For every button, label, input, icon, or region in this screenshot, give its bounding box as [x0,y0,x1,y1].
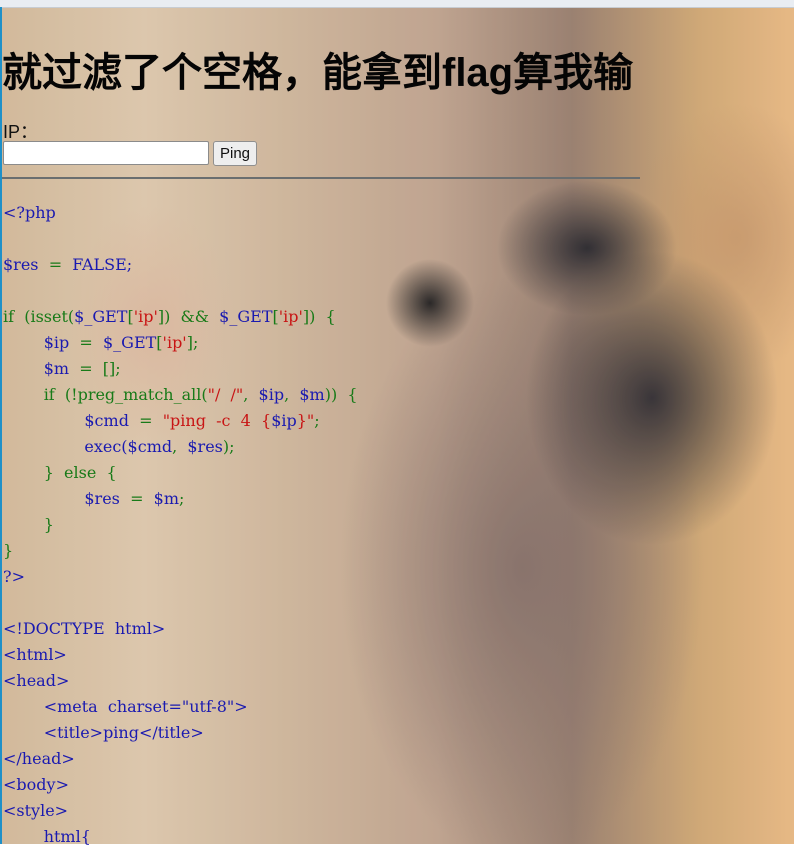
code-token: $res [3,255,39,274]
code-token: } [3,541,14,560]
code-line: if (!preg_match_all("/ /", $ip, $m)) { [3,385,358,404]
browser-top-edge [0,0,794,8]
code-token: = [69,333,103,352]
code-line: <meta charset="utf-8"> [3,697,248,716]
code-token: "ping -c 4 { [162,411,272,430]
code-line: html{ [3,827,91,846]
code-line: <?php [3,203,56,222]
code-token: <!DOCTYPE html> [3,619,166,638]
code-token: ]) { [302,307,336,326]
code-token: ]; [186,333,199,352]
code-line: $res = FALSE; [3,255,132,274]
code-token: , [243,385,259,404]
page-title: 就过滤了个空格，能拿到flag算我输 [2,51,634,95]
code-line: $cmd = "ping -c 4 {$ip}"; [3,411,320,430]
code-token: $_GET [102,333,157,352]
ip-input[interactable] [3,141,209,165]
code-token: <?php [3,203,56,222]
code-line: exec($cmd, $res); [3,437,235,456]
code-token: $ip [43,333,70,352]
code-line: $m = []; [3,359,121,378]
code-line: ?> [3,567,25,586]
code-token: <html> [3,645,67,664]
code-token: <title>ping</title> [3,723,204,742]
code-token: , [172,437,188,456]
code-token: </head> [3,749,75,768]
code-token: <style> [3,801,69,820]
code-token: $m [43,359,70,378]
code-token: FALSE; [72,255,133,274]
code-token: ); [222,437,235,456]
code-token: 'ip' [278,307,303,326]
code-token: ; [179,489,185,508]
code-line: $ip = $_GET['ip']; [3,333,199,352]
code-token: $m [153,489,179,508]
code-token: $m [299,385,325,404]
code-token: ]) && [157,307,220,326]
code-token: $_GET [74,307,128,326]
horizontal-rule [2,177,640,179]
code-line: <!DOCTYPE html> [3,619,165,638]
code-token: 'ip' [162,333,187,352]
code-line: } [3,515,54,534]
code-token: = []; [69,359,121,378]
code-token: $ip [271,411,297,430]
code-token: ; [314,411,320,430]
code-token: } else { [3,463,117,482]
code-token: <head> [3,671,70,690]
code-token: <body> [3,775,69,794]
code-token: )) { [324,385,358,404]
code-line: } [3,541,13,560]
code-token: , [284,385,300,404]
php-source-code: <?php $res = FALSE; if (isset($_GET['ip'… [3,200,358,850]
code-token: html{ [3,827,91,846]
code-token: exec( [3,437,128,456]
code-line: <body> [3,775,69,794]
code-token: if (!preg_match_all( [3,385,208,404]
code-line: <head> [3,671,69,690]
code-token: <meta charset="utf-8"> [3,697,248,716]
code-line: <html> [3,645,67,664]
code-token: if [3,307,15,326]
code-token: "/ /" [207,385,244,404]
code-line: <style> [3,801,68,820]
code-line: <title>ping</title> [3,723,204,742]
code-token: = [38,255,73,274]
code-token: ?> [3,567,25,586]
code-token: $res [84,489,120,508]
ping-button[interactable]: Ping [213,141,257,166]
code-token: $ip [258,385,285,404]
code-line: $res = $m; [3,489,184,508]
code-token: $_GET [219,307,273,326]
code-token: = [128,411,163,430]
code-token: $cmd [84,411,129,430]
code-token: $res [187,437,223,456]
code-token: }" [296,411,315,430]
code-line: if (isset($_GET['ip']) && $_GET['ip']) { [3,307,336,326]
code-line: } else { [3,463,117,482]
code-line: </head> [3,749,75,768]
code-token: 'ip' [133,307,158,326]
code-token: (isset( [14,307,75,326]
code-token: $cmd [127,437,173,456]
code-token: = [119,489,154,508]
code-token: } [3,515,54,534]
